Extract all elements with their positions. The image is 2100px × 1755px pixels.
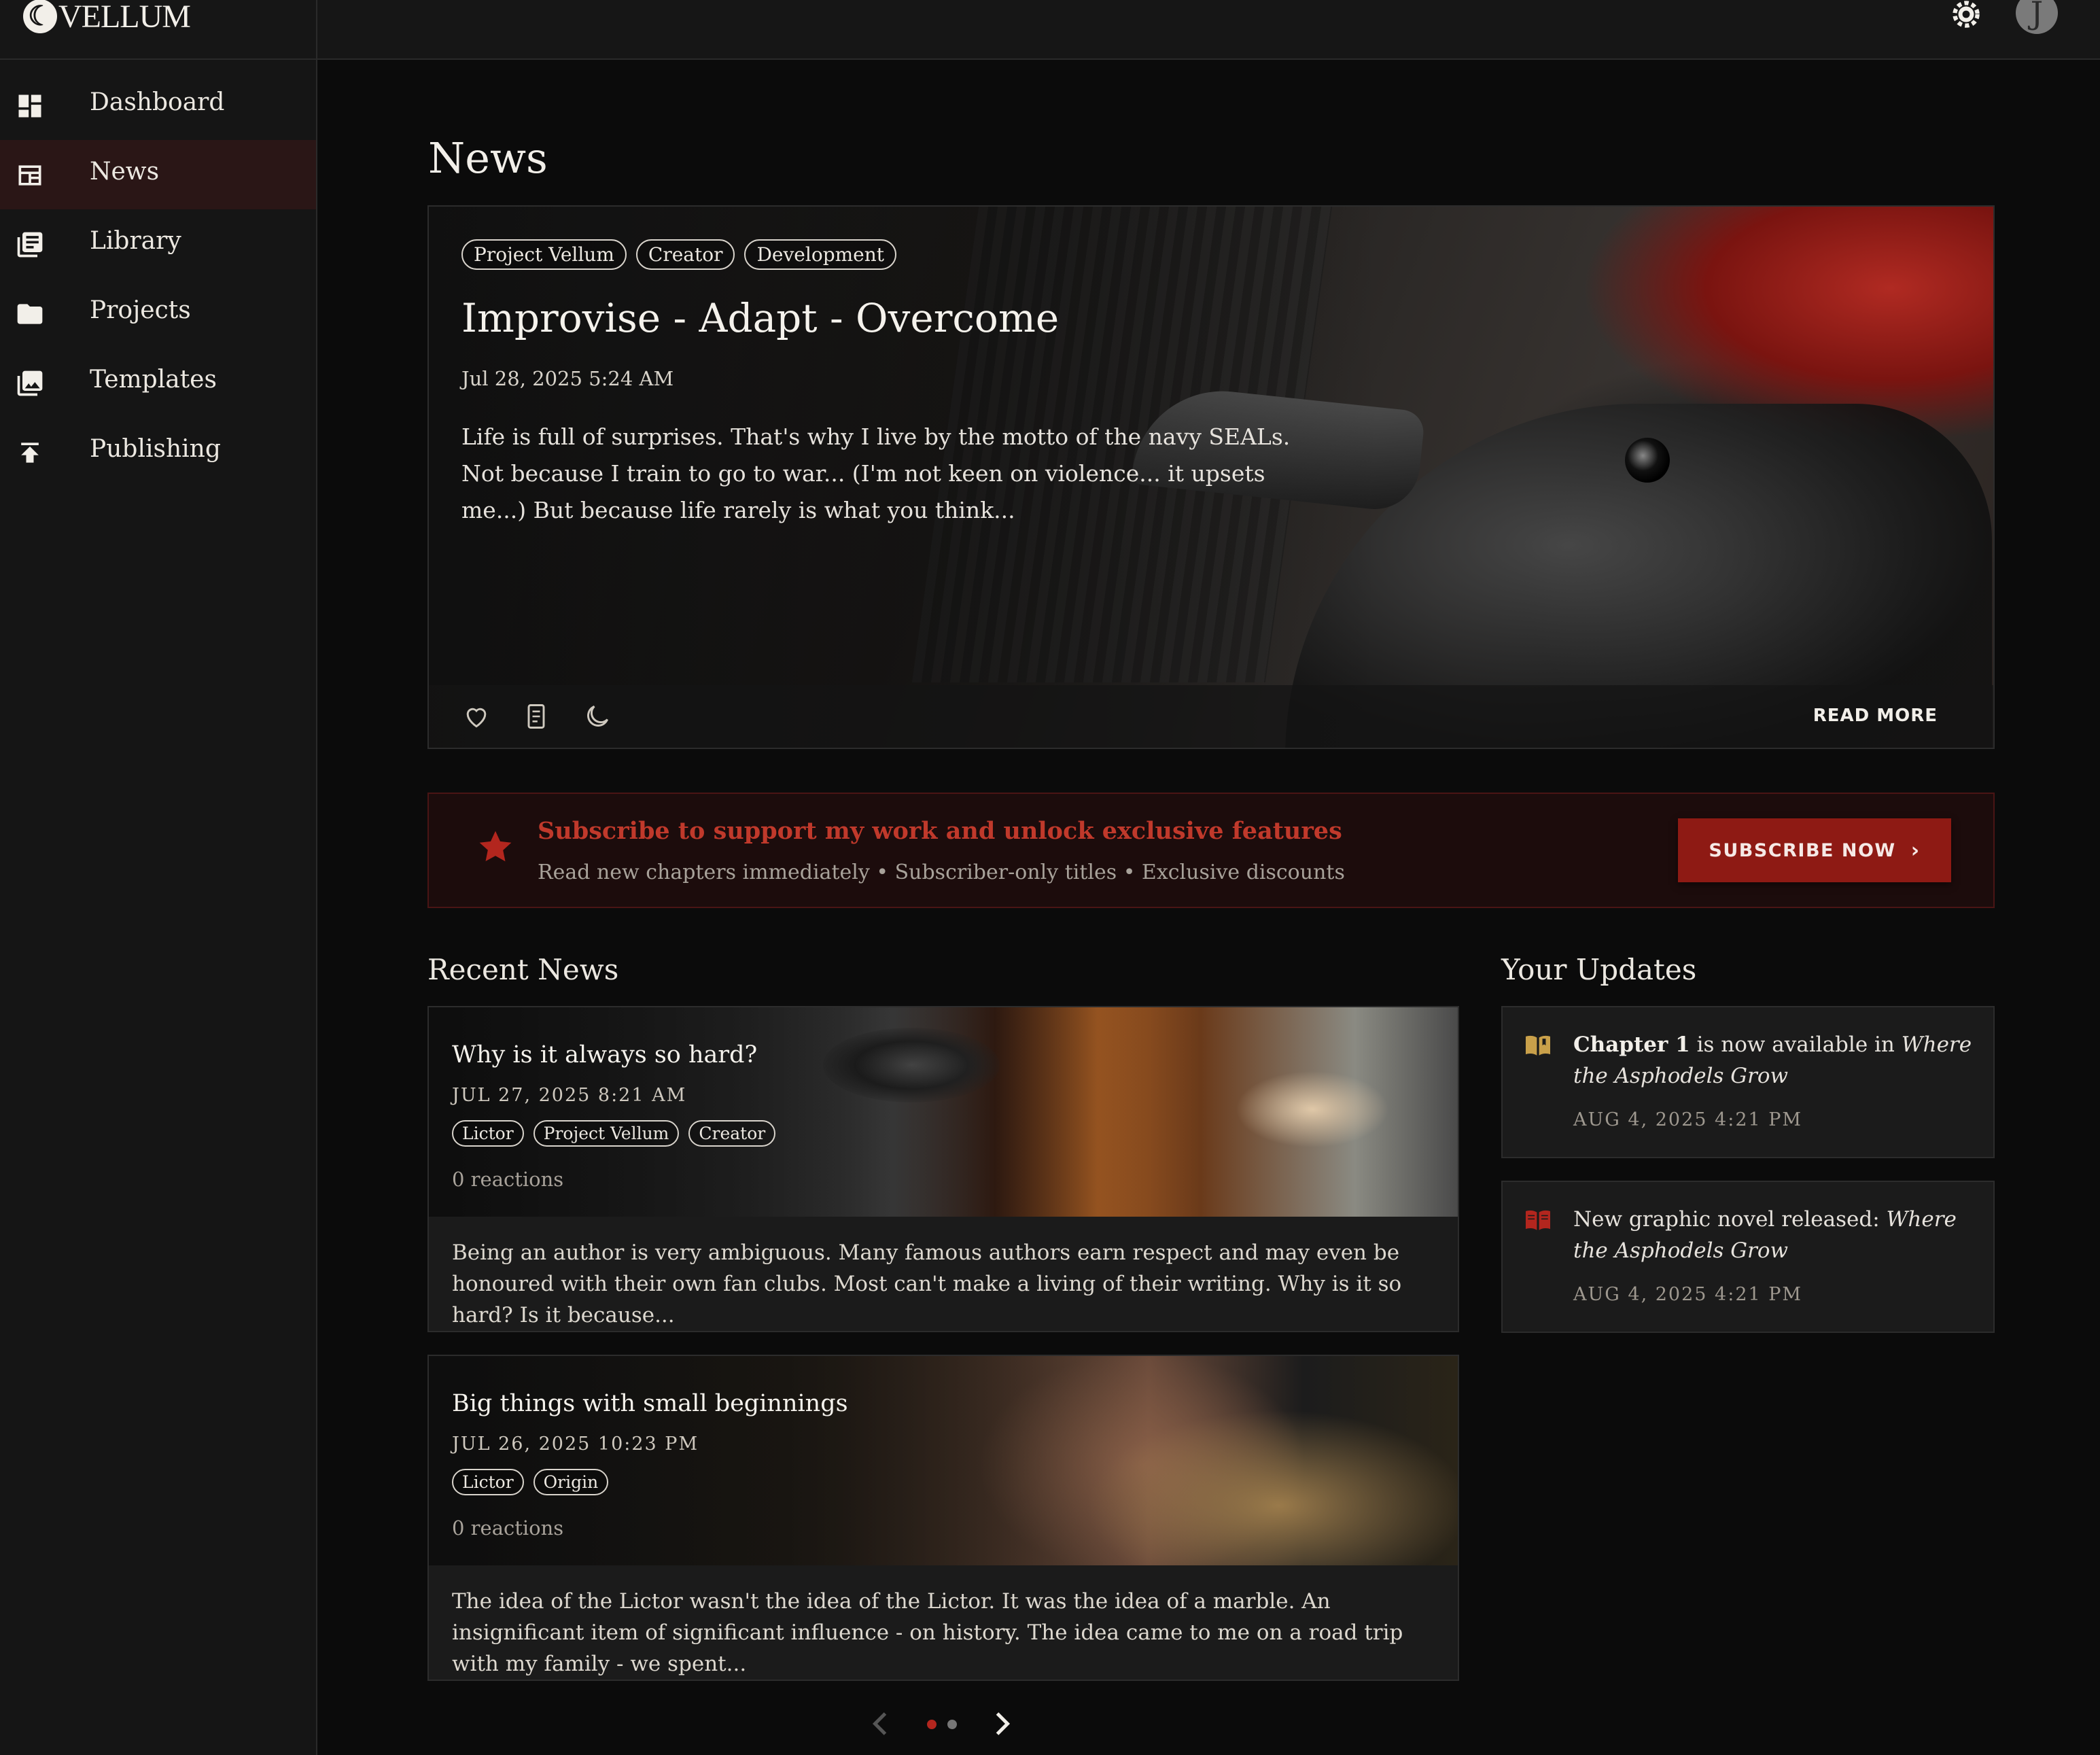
featured-date: Jul 28, 2025 5:24 AM (461, 367, 674, 390)
open-book-icon (1526, 1035, 1550, 1056)
card-image-overlay (429, 1356, 1458, 1565)
featured-title[interactable]: Improvise - Adapt - Overcome (461, 295, 1059, 341)
sidebar-item-label: Templates (90, 366, 217, 394)
read-more-link[interactable]: READ MORE (1813, 706, 1938, 726)
update-text: New graphic novel released: Where the As… (1573, 1204, 1974, 1266)
chevron-left-icon[interactable] (870, 1710, 890, 1737)
subscribe-button-label: SUBSCRIBE NOW (1709, 839, 1896, 861)
app-logo[interactable]: ☾ VELLUM (23, 0, 191, 37)
news-card[interactable]: Why is it always so hard? JUL 27, 2025 8… (427, 1006, 1459, 1332)
page-title: News (428, 133, 548, 183)
tag-chip[interactable]: Project Vellum (461, 239, 627, 270)
sidebar-item-label: Projects (90, 296, 191, 324)
news-card-image (429, 1007, 1458, 1217)
moon-icon[interactable] (582, 701, 612, 731)
sidebar-item-library[interactable]: Library (0, 209, 316, 279)
subscribe-now-button[interactable]: SUBSCRIBE NOW › (1678, 818, 1951, 882)
card-image-overlay (429, 1007, 1458, 1217)
update-bold-text: Chapter 1 (1573, 1032, 1690, 1057)
subscribe-banner: Subscribe to support my work and unlock … (427, 793, 1995, 908)
tag-chip[interactable]: Development (744, 239, 897, 270)
hero-image-eye (1625, 438, 1670, 483)
news-card-date: JUL 26, 2025 10:23 PM (452, 1433, 699, 1455)
tag-chip[interactable]: Origin (533, 1469, 609, 1495)
update-text: Chapter 1 is now available in Where the … (1573, 1029, 1974, 1092)
news-card-tags: Lictor Origin (452, 1469, 609, 1495)
featured-tags: Project Vellum Creator Development (461, 239, 897, 270)
subscribe-description: Read new chapters immediately • Subscrib… (538, 861, 1345, 884)
sidebar-item-templates[interactable]: Templates (0, 348, 316, 417)
news-card-excerpt: The idea of the Lictor wasn't the idea o… (452, 1589, 1403, 1676)
news-icon (18, 165, 41, 186)
news-card-excerpt: Being an author is very ambiguous. Many … (452, 1240, 1402, 1327)
tag-chip[interactable]: Creator (688, 1120, 776, 1147)
sidebar-item-label: Dashboard (90, 88, 225, 116)
news-card[interactable]: Big things with small beginnings JUL 26,… (427, 1355, 1459, 1681)
news-card-reactions: 0 reactions (452, 1168, 564, 1191)
book-icon (1526, 1210, 1550, 1230)
update-date: AUG 4, 2025 4:21 PM (1573, 1284, 1803, 1305)
folder-icon (17, 304, 43, 324)
tag-chip[interactable]: Lictor (452, 1469, 524, 1495)
sidebar-item-label: Publishing (90, 435, 221, 463)
update-item[interactable]: Chapter 1 is now available in Where the … (1501, 1006, 1995, 1158)
star-icon (479, 831, 512, 862)
news-card-tags: Lictor Project Vellum Creator (452, 1120, 776, 1147)
your-updates-heading: Your Updates (1501, 953, 1697, 986)
sidebar-item-publishing[interactable]: Publishing (0, 417, 316, 487)
recent-news-heading: Recent News (427, 953, 619, 986)
sidebar-item-news[interactable]: News (0, 140, 316, 209)
dashboard-icon (18, 94, 41, 118)
pagination-dot-active[interactable] (927, 1720, 937, 1729)
featured-excerpt: Life is full of surprises. That's why I … (461, 423, 1291, 523)
publish-icon (21, 442, 39, 463)
news-card-reactions: 0 reactions (452, 1516, 564, 1540)
featured-actions-bar: READ MORE (429, 685, 1993, 748)
sidebar-item-label: News (90, 158, 160, 186)
update-plain-text: is now available in (1690, 1032, 1902, 1057)
update-date: AUG 4, 2025 4:21 PM (1573, 1109, 1803, 1130)
logo-mark-icon: ☾ (23, 0, 57, 33)
tag-chip[interactable]: Project Vellum (533, 1120, 680, 1147)
tag-chip[interactable]: Creator (635, 239, 735, 270)
chevron-right-icon[interactable] (992, 1710, 1013, 1737)
news-card-title[interactable]: Why is it always so hard? (452, 1041, 757, 1068)
sidebar: Dashboard News Library Projects Template… (0, 60, 317, 1755)
chevron-right-icon: › (1910, 838, 1921, 863)
logo-text: VELLUM (58, 0, 191, 35)
featured-article[interactable]: Project Vellum Creator Development Impro… (427, 205, 1995, 749)
user-avatar[interactable]: J (2016, 0, 2058, 34)
tag-chip[interactable]: Lictor (452, 1120, 524, 1147)
news-card-image (429, 1356, 1458, 1565)
sidebar-item-label: Library (90, 227, 181, 255)
subscribe-title: Subscribe to support my work and unlock … (538, 817, 1342, 845)
update-item[interactable]: New graphic novel released: Where the As… (1501, 1181, 1995, 1333)
heart-icon[interactable] (461, 701, 491, 731)
pagination-dot[interactable] (947, 1720, 957, 1729)
news-pagination (870, 1710, 1019, 1737)
library-icon (17, 232, 43, 258)
update-plain-text: New graphic novel released: (1573, 1207, 1887, 1232)
bookmark-icon[interactable] (521, 701, 551, 731)
sidebar-item-dashboard[interactable]: Dashboard (0, 71, 316, 140)
sidebar-item-projects[interactable]: Projects (0, 279, 316, 348)
news-card-title[interactable]: Big things with small beginnings (452, 1390, 848, 1417)
image-icon (17, 370, 43, 396)
top-bar-divider (316, 0, 317, 58)
top-bar: ☾ VELLUM J (0, 0, 2100, 60)
news-card-date: JUL 27, 2025 8:21 AM (452, 1085, 687, 1106)
settings-gear-icon[interactable] (1949, 0, 1983, 31)
